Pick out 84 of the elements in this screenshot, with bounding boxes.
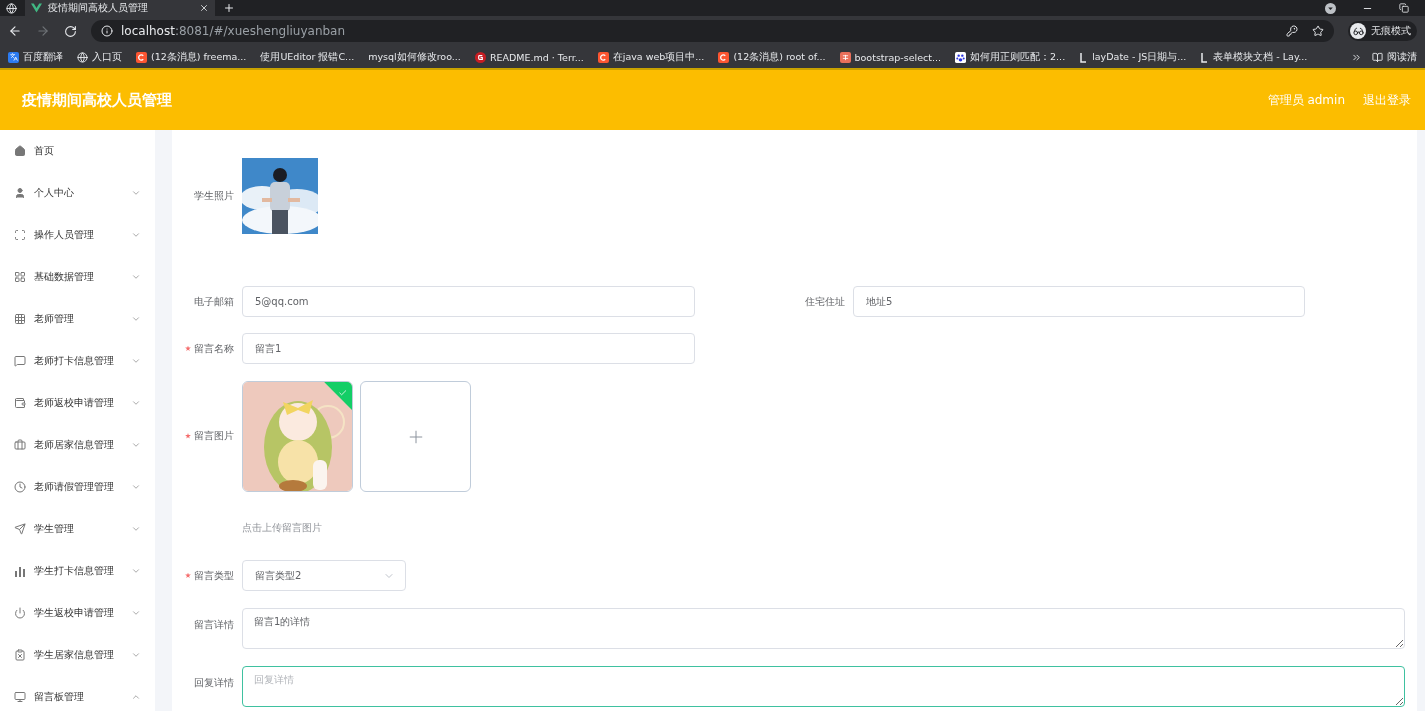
translate-icon: [8, 51, 19, 63]
sidebar-item[interactable]: 老师管理: [0, 298, 155, 340]
field-label: 留言名称: [185, 341, 234, 356]
globe-icon: [77, 51, 88, 63]
sidebar-item[interactable]: 学生返校申请管理: [0, 592, 155, 634]
info-icon: [101, 25, 113, 37]
c-logo-icon: [136, 51, 147, 63]
restore-icon[interactable]: [1399, 3, 1409, 13]
reload-icon[interactable]: [64, 24, 77, 38]
text-field[interactable]: 留言1: [242, 333, 695, 364]
address-bar[interactable]: localhost:8081/#/xueshengliuyanban: [91, 20, 1334, 42]
clipboard-icon: [14, 649, 26, 661]
sidebar-item[interactable]: 老师返校申请管理: [0, 382, 155, 424]
home-icon: [14, 145, 26, 157]
send-icon: [14, 523, 26, 535]
browser-tab[interactable]: 疫情期间高校人员管理: [25, 0, 215, 16]
incognito-badge[interactable]: 无痕模式: [1348, 21, 1417, 41]
bookmark[interactable]: layDate - JS日期与...: [1079, 50, 1187, 64]
clock-icon: [14, 481, 26, 493]
bookmark[interactable]: 百度翻译: [8, 50, 63, 64]
bookmark[interactable]: mysql如何修改roo...: [368, 50, 461, 64]
g-logo-icon: [474, 51, 486, 63]
briefcase-icon: [14, 439, 26, 451]
text-field[interactable]: 地址5: [853, 286, 1305, 317]
grid-icon: [14, 313, 26, 325]
field-label: 留言类型: [185, 568, 234, 583]
frame-icon: [14, 229, 26, 241]
layers-logo-icon: [1200, 51, 1210, 63]
power-icon: [14, 607, 26, 619]
bookmark[interactable]: bootstrap-select...: [839, 51, 942, 63]
chat-icon: [14, 355, 26, 367]
key-icon[interactable]: [1286, 25, 1298, 37]
bookmark[interactable]: 表单模块文档 - Lay...: [1200, 50, 1308, 64]
c-logo-icon: [718, 51, 730, 63]
globe-icon: [6, 3, 17, 14]
sidebar-item[interactable]: 学生居家信息管理: [0, 634, 155, 676]
upload-hint: 点击上传留言图片: [242, 521, 323, 535]
sidebar-item[interactable]: 留言板管理: [0, 676, 155, 711]
bookmark[interactable]: 如何用正则匹配：2...: [955, 50, 1066, 64]
sidebar-item[interactable]: 老师打卡信息管理: [0, 340, 155, 382]
wallet-icon: [14, 397, 26, 409]
close-icon[interactable]: [199, 3, 209, 13]
bar-chart-icon: [14, 565, 26, 577]
bookmark[interactable]: 入口页: [77, 50, 122, 64]
sidebar-item[interactable]: 学生打卡信息管理: [0, 550, 155, 592]
bookmark[interactable]: 使用UEditor 报错C...: [260, 50, 355, 64]
sidebar-item[interactable]: 首页: [0, 130, 155, 172]
sidebar-item[interactable]: 学生管理: [0, 508, 155, 550]
sidebar-item[interactable]: 个人中心: [0, 172, 155, 214]
app-title: 疫情期间高校人员管理: [22, 90, 172, 110]
dropdown-icon[interactable]: [1325, 2, 1336, 14]
field-label: 回复详情: [194, 676, 234, 690]
paw-icon: [955, 51, 967, 63]
bookmark[interactable]: (12条消息) root of...: [718, 50, 826, 64]
grid-icon: [14, 271, 26, 283]
book-icon: [1372, 51, 1383, 63]
field-label: 留言图片: [185, 429, 234, 443]
sidebar-item[interactable]: 老师请假管理管理: [0, 466, 155, 508]
bookmark-logo-icon: [839, 51, 851, 63]
field-label: 学生照片: [194, 189, 234, 203]
c-logo-icon: [597, 51, 609, 63]
sidebar-item[interactable]: 老师居家信息管理: [0, 424, 155, 466]
back-icon[interactable]: [8, 24, 22, 38]
type-select[interactable]: 留言类型2: [242, 560, 406, 591]
sidebar-item[interactable]: 操作人员管理: [0, 214, 155, 256]
reading-list[interactable]: 阅读清: [1372, 50, 1417, 64]
monitor-icon: [14, 691, 26, 703]
text-area[interactable]: 留言1的详情: [242, 608, 1405, 649]
user-icon: [14, 187, 26, 199]
bookmark[interactable]: README.md · Terr...: [474, 51, 584, 63]
forward-icon[interactable]: [36, 24, 50, 38]
bookmark[interactable]: 在java web项目中...: [597, 50, 705, 64]
new-tab-icon[interactable]: [223, 2, 235, 14]
layers-logo-icon: [1079, 51, 1089, 63]
v-logo-icon: [31, 3, 42, 13]
star-icon[interactable]: [1312, 25, 1324, 37]
incognito-icon: [1352, 25, 1364, 37]
sidebar-item[interactable]: 基础数据管理: [0, 256, 155, 298]
field-label: 住宅住址: [805, 294, 845, 309]
field-label: 留言详情: [194, 618, 234, 632]
text-field[interactable]: 5@qq.com: [242, 286, 695, 317]
text-area[interactable]: 回复详情: [242, 666, 1405, 707]
bookmark[interactable]: (12条消息) freema...: [136, 50, 247, 64]
field-label: 电子邮箱: [194, 294, 234, 309]
